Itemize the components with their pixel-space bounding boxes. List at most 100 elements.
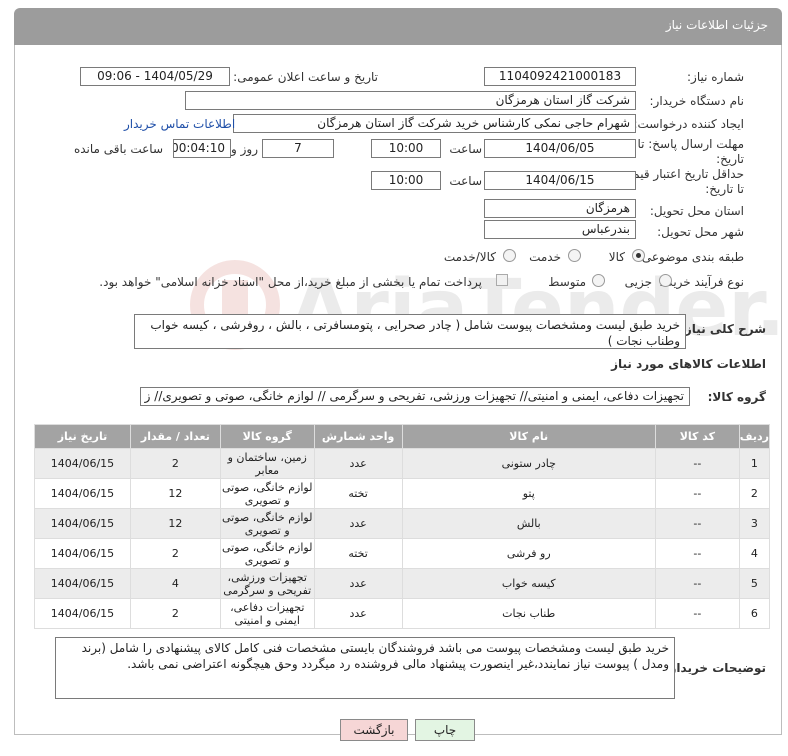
price-validity-date-field: 1404/06/15 — [484, 171, 636, 190]
cell-unit: تخته — [313, 478, 403, 509]
deadline-label-2: تاریخ: — [716, 152, 744, 166]
cell-row-number: 2 — [738, 478, 771, 509]
summary-label: شرح کلی نیاز: — [680, 322, 766, 336]
cell-item-code: -- — [654, 538, 740, 569]
need-number-field: 1104092421000183 — [484, 67, 636, 86]
process-option-medium: متوسط — [548, 275, 586, 289]
province-label: استان محل تحویل: — [649, 204, 744, 218]
cell-item-name: رو فرشی — [401, 538, 656, 569]
deadline-time-label: ساعت — [449, 142, 482, 156]
days-label: روز و — [231, 142, 258, 156]
cell-group: تجهیزات ورزشی، تفریحی و سرگرمی — [219, 568, 315, 599]
process-option-minor: جزیی — [624, 275, 652, 289]
table-row: 2 -- پتو تخته لوازم خانگی، صوتی و تصویری… — [34, 478, 771, 509]
category-option-service: خدمت — [529, 250, 561, 264]
cell-date: 1404/06/15 — [34, 478, 131, 509]
cell-group: لوازم خانگی، صوتی و تصویری — [219, 508, 315, 539]
cell-group: زمین، ساختمان و معابر — [219, 448, 315, 479]
city-label: شهر محل تحویل: — [657, 225, 744, 239]
cell-item-name: پتو — [401, 478, 656, 509]
cell-date: 1404/06/15 — [34, 508, 131, 539]
deadline-date-field: 1404/06/05 — [484, 139, 636, 158]
goods-group-field: تجهیزات دفاعی، ایمنی و امنیتی// تجهیزات … — [140, 387, 690, 406]
cell-item-code: -- — [654, 478, 740, 509]
category-label: طبقه بندی موضوعی: — [637, 250, 744, 264]
cell-quantity: 2 — [129, 448, 221, 479]
buyer-org-field: شرکت گاز استان هرمزگان — [185, 91, 636, 110]
deadline-label: مهلت ارسال پاسخ: تا — [637, 137, 744, 151]
announce-field: 1404/05/29 - 09:06 — [80, 67, 230, 86]
table-row: 3 -- بالش عدد لوازم خانگی، صوتی و تصویری… — [34, 508, 771, 539]
remaining-label: ساعت باقی مانده — [73, 142, 163, 156]
goods-table: ردیف کد کالا نام کالا واحد شمارش گروه کا… — [34, 424, 771, 629]
days-field: 7 — [262, 139, 334, 158]
cell-item-code: -- — [654, 448, 740, 479]
cell-item-name: چادر ستونی — [401, 448, 656, 479]
process-radio-minor[interactable] — [659, 274, 672, 287]
table-row: 6 -- طناب نجات عدد تجهیزات دفاعی، ایمنی … — [34, 598, 771, 629]
creator-label: ایجاد کننده درخواست: — [633, 117, 744, 131]
process-label: نوع فرآیند خرید : — [659, 275, 744, 289]
cell-row-number: 1 — [738, 448, 771, 479]
cell-unit: عدد — [313, 568, 403, 599]
cell-item-name: طناب نجات — [401, 598, 656, 629]
col-header-item-name: نام کالا — [401, 424, 656, 449]
cell-quantity: 12 — [129, 508, 221, 539]
deadline-time-field: 10:00 — [371, 139, 441, 158]
cell-row-number: 5 — [738, 568, 771, 599]
buyer-notes-field: خرید طبق لیست ومشخصات پیوست می باشد فروش… — [55, 637, 675, 699]
table-header-row: ردیف کد کالا نام کالا واحد شمارش گروه کا… — [34, 424, 771, 449]
remaining-field: 00:04:10 — [173, 139, 231, 158]
cell-date: 1404/06/15 — [34, 538, 131, 569]
cell-item-name: بالش — [401, 508, 656, 539]
cell-unit: عدد — [313, 448, 403, 479]
table-row: 5 -- کیسه خواب عدد تجهیزات ورزشی، تفریحی… — [34, 568, 771, 599]
page-header: جزئیات اطلاعات نیاز — [14, 8, 782, 45]
category-radio-service[interactable] — [568, 249, 581, 262]
col-header-item-code: کد کالا — [654, 424, 740, 449]
category-radio-goods-service[interactable] — [503, 249, 516, 262]
announce-label: تاریخ و ساعت اعلان عمومی: — [233, 70, 378, 84]
cell-quantity: 12 — [129, 478, 221, 509]
goods-info-title: اطلاعات کالاهای مورد نیاز — [611, 357, 766, 371]
cell-quantity: 4 — [129, 568, 221, 599]
cell-item-code: -- — [654, 568, 740, 599]
col-header-unit: واحد شمارش — [313, 424, 403, 449]
cell-row-number: 6 — [738, 598, 771, 629]
cell-quantity: 2 — [129, 538, 221, 569]
need-number-label: شماره نیاز: — [687, 70, 744, 84]
back-button[interactable]: بازگشت — [340, 719, 408, 741]
page-title: جزئیات اطلاعات نیاز — [665, 18, 768, 32]
print-button[interactable]: چاپ — [415, 719, 475, 741]
table-row: 4 -- رو فرشی تخته لوازم خانگی، صوتی و تص… — [34, 538, 771, 569]
cell-date: 1404/06/15 — [34, 568, 131, 599]
cell-item-code: -- — [654, 598, 740, 629]
category-option-goods: کالا — [608, 250, 625, 264]
col-header-quantity: تعداد / مقدار — [129, 424, 221, 449]
contact-buyer-link[interactable]: اطلاعات تماس خریدار — [124, 117, 235, 131]
category-option-goods-service: کالا/خدمت — [443, 250, 496, 264]
province-field: هرمزگان — [484, 199, 636, 218]
cell-date: 1404/06/15 — [34, 598, 131, 629]
col-header-date: تاریخ نیاز — [34, 424, 131, 449]
buyer-org-label: نام دستگاه خریدار: — [649, 94, 745, 108]
col-header-group: گروه کالا — [219, 424, 315, 449]
goods-group-label: گروه کالا: — [707, 390, 766, 404]
price-validity-time-field: 10:00 — [371, 171, 441, 190]
process-radio-medium[interactable] — [592, 274, 605, 287]
cell-item-code: -- — [654, 508, 740, 539]
cell-item-name: کیسه خواب — [401, 568, 656, 599]
cell-group: تجهیزات دفاعی، ایمنی و امنیتی — [219, 598, 315, 629]
table-row: 1 -- چادر ستونی عدد زمین، ساختمان و معاب… — [34, 448, 771, 479]
payment-treasury-checkbox[interactable] — [496, 274, 508, 286]
cell-group: لوازم خانگی، صوتی و تصویری — [219, 538, 315, 569]
cell-unit: عدد — [313, 598, 403, 629]
cell-row-number: 3 — [738, 508, 771, 539]
cell-unit: تخته — [313, 538, 403, 569]
price-validity-label: حداقل تاریخ اعتبار قیمت: — [617, 167, 744, 181]
col-header-row-number: ردیف — [738, 424, 771, 449]
summary-field: خرید طبق لیست ومشخصات پیوست شامل ( چادر … — [134, 314, 686, 349]
category-radio-goods[interactable] — [632, 249, 645, 262]
creator-field: شهرام حاجی نمکی کارشناس خرید شرکت گاز اس… — [233, 114, 636, 133]
buyer-notes-label: توضیحات خریدار: — [664, 661, 766, 675]
